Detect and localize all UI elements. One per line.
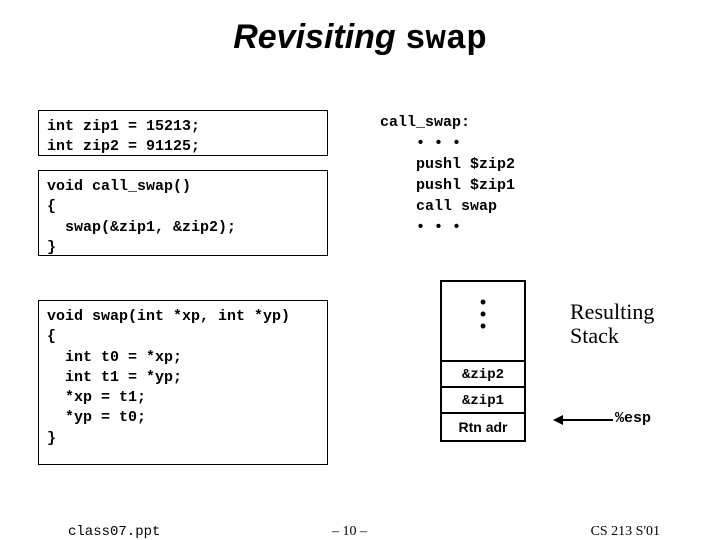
esp-label: %esp <box>615 410 651 427</box>
stack-cell-zip1: &zip1 <box>442 388 524 414</box>
resulting-stack-label: ResultingStack <box>570 300 654 348</box>
code-block-swap: void swap(int *xp, int *yp) { int t0 = *… <box>38 300 328 465</box>
stack-diagram: • • • &zip2 &zip1 Rtn adr <box>440 280 526 442</box>
stack-cell-rtn: Rtn adr <box>442 414 524 440</box>
code-block-decls: int zip1 = 15213; int zip2 = 91125; <box>38 110 328 156</box>
footer-pagenum: – 10 – <box>332 524 367 540</box>
footer-filename: class07.ppt <box>68 524 160 540</box>
stack-cell-zip2: &zip2 <box>442 362 524 388</box>
title-text: Revisiting <box>233 18 405 56</box>
slide-title: Revisiting swap <box>0 18 720 59</box>
footer-course: CS 213 S'01 <box>591 524 660 540</box>
title-code: swap <box>405 21 487 59</box>
code-block-callswap: void call_swap() { swap(&zip1, &zip2); } <box>38 170 328 256</box>
stack-dots: • • • <box>442 282 524 362</box>
esp-arrow <box>555 419 613 421</box>
assembly-listing: call_swap: • • • pushl $zip2 pushl $zip1… <box>380 112 515 238</box>
